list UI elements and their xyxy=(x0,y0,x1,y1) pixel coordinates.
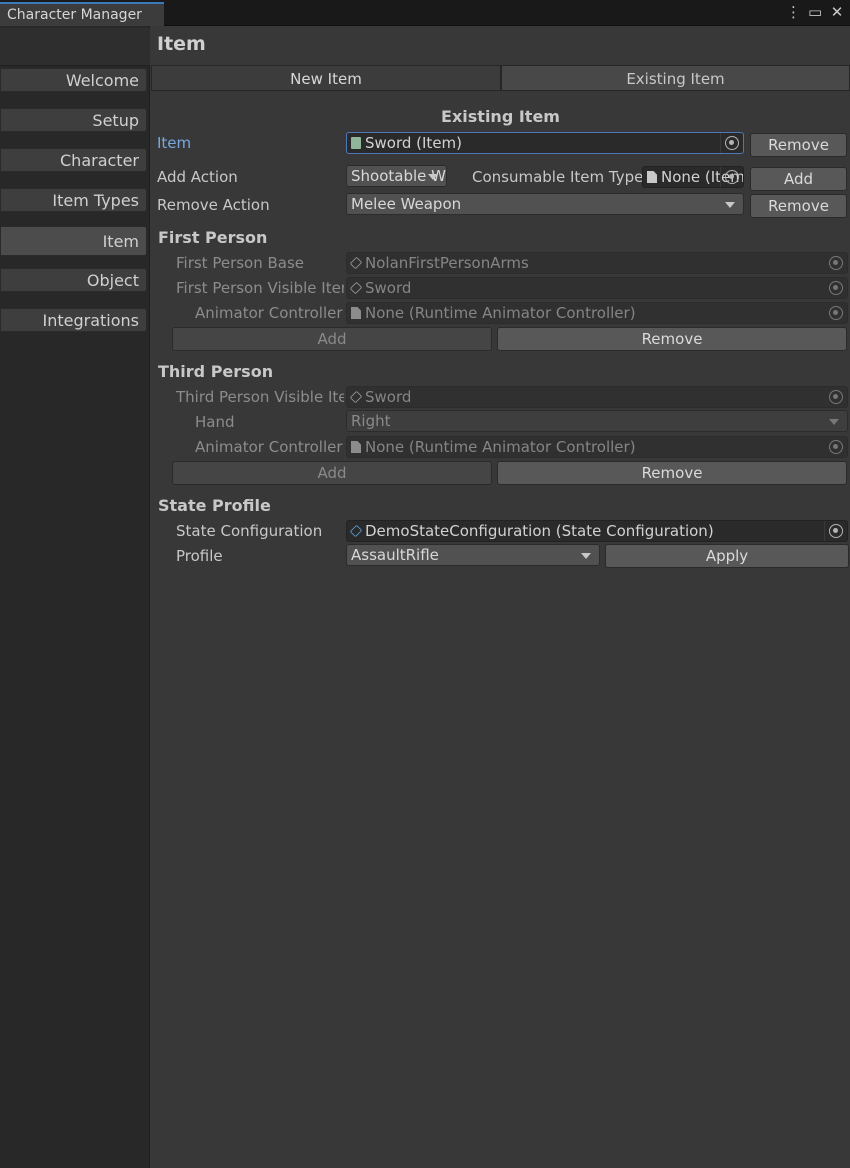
third-person-animator-label: Animator Controller xyxy=(195,438,343,456)
state-configuration-value: DemoStateConfiguration (State Configurat… xyxy=(365,522,714,540)
hand-selected: Right xyxy=(351,412,391,430)
state-configuration-label: State Configuration xyxy=(176,522,323,540)
sidebar-header xyxy=(0,28,150,66)
first-person-animator-field: None (Runtime Animator Controller) xyxy=(346,302,848,324)
object-picker-icon xyxy=(829,306,843,320)
apply-profile-button[interactable]: Apply xyxy=(605,544,849,568)
item-asset-icon xyxy=(351,137,361,149)
sidebar: Welcome Setup Character Item Types Item … xyxy=(0,26,150,1168)
remove-item-button[interactable]: Remove xyxy=(750,133,847,157)
sidebar-item-object[interactable]: Object xyxy=(0,268,147,292)
third-person-add-button: Add xyxy=(172,461,492,485)
object-picker-icon xyxy=(829,281,843,295)
first-person-visible-item-value: Sword xyxy=(365,279,412,297)
third-person-animator-value: None (Runtime Animator Controller) xyxy=(365,438,636,456)
state-configuration-icon xyxy=(349,524,363,538)
document-icon xyxy=(351,441,361,453)
third-person-visible-item-label: Third Person Visible Item xyxy=(176,388,344,406)
remove-action-button[interactable]: Remove xyxy=(750,194,847,218)
hand-dropdown: Right xyxy=(346,410,848,432)
item-label: Item xyxy=(157,134,192,152)
window-titlebar: Character Manager ⋮ ▭ ✕ xyxy=(0,0,850,26)
object-picker-icon[interactable] xyxy=(829,524,843,538)
state-configuration-field[interactable]: DemoStateConfiguration (State Configurat… xyxy=(346,520,848,542)
sidebar-item-integrations[interactable]: Integrations xyxy=(0,308,147,332)
chevron-down-icon xyxy=(428,174,438,180)
consumable-item-type-field[interactable]: None (Item Type) xyxy=(642,166,744,188)
state-profile-heading: State Profile xyxy=(158,496,271,515)
document-icon xyxy=(351,307,361,319)
prefab-icon xyxy=(349,256,363,270)
object-picker-icon[interactable] xyxy=(725,170,739,184)
first-person-visible-item-label: First Person Visible Item xyxy=(176,279,344,297)
third-person-animator-field: None (Runtime Animator Controller) xyxy=(346,436,848,458)
sidebar-item-item[interactable]: Item xyxy=(0,226,147,256)
add-action-dropdown[interactable]: Shootable Weapon xyxy=(346,165,447,187)
add-action-label: Add Action xyxy=(157,168,238,186)
window-tab[interactable]: Character Manager xyxy=(0,2,164,26)
third-person-visible-item-field: Sword xyxy=(346,386,848,408)
kebab-menu-icon[interactable]: ⋮ xyxy=(786,4,801,20)
first-person-animator-label: Animator Controller xyxy=(195,304,343,322)
close-icon[interactable]: ✕ xyxy=(830,4,844,20)
third-person-heading: Third Person xyxy=(158,362,274,381)
remove-action-label: Remove Action xyxy=(157,196,270,214)
sidebar-item-character[interactable]: Character xyxy=(0,148,147,172)
chevron-down-icon xyxy=(581,553,591,559)
tab-new-item[interactable]: New Item xyxy=(151,65,501,91)
main-panel: Item New Item Existing Item Existing Ite… xyxy=(151,27,850,1168)
third-person-remove-button[interactable]: Remove xyxy=(497,461,847,485)
prefab-icon xyxy=(349,390,363,404)
first-person-visible-item-field: Sword xyxy=(346,277,848,299)
consumable-item-type-label: Consumable Item Type xyxy=(472,168,644,186)
profile-selected: AssaultRifle xyxy=(351,546,439,564)
chevron-down-icon xyxy=(829,419,839,425)
first-person-remove-button[interactable]: Remove xyxy=(497,327,847,351)
add-action-button[interactable]: Add xyxy=(750,167,847,191)
object-picker-icon xyxy=(829,390,843,404)
first-person-add-button: Add xyxy=(172,327,492,351)
document-icon xyxy=(647,171,657,183)
item-field[interactable]: Sword (Item) xyxy=(346,132,744,154)
profile-dropdown[interactable]: AssaultRifle xyxy=(346,544,600,566)
object-picker-icon xyxy=(829,440,843,454)
first-person-heading: First Person xyxy=(158,228,268,247)
object-picker-icon[interactable] xyxy=(725,136,739,150)
profile-label: Profile xyxy=(176,547,223,565)
chevron-down-icon xyxy=(725,202,735,208)
remove-action-dropdown[interactable]: Melee Weapon xyxy=(346,193,744,215)
tab-existing-item[interactable]: Existing Item xyxy=(501,65,850,91)
first-person-base-field: NolanFirstPersonArms xyxy=(346,252,848,274)
prefab-icon xyxy=(349,281,363,295)
sidebar-item-welcome[interactable]: Welcome xyxy=(0,68,147,92)
remove-action-selected: Melee Weapon xyxy=(351,195,462,213)
first-person-animator-value: None (Runtime Animator Controller) xyxy=(365,304,636,322)
sidebar-item-setup[interactable]: Setup xyxy=(0,108,147,132)
page-title: Item xyxy=(157,33,206,55)
third-person-visible-item-value: Sword xyxy=(365,388,412,406)
item-field-value: Sword (Item) xyxy=(365,134,463,152)
sidebar-item-item-types[interactable]: Item Types xyxy=(0,188,147,212)
object-picker-icon xyxy=(829,256,843,270)
hand-label: Hand xyxy=(195,413,235,431)
first-person-base-value: NolanFirstPersonArms xyxy=(365,254,529,272)
maximize-icon[interactable]: ▭ xyxy=(808,4,822,20)
first-person-base-label: First Person Base xyxy=(176,254,305,272)
section-heading: Existing Item xyxy=(441,107,560,126)
